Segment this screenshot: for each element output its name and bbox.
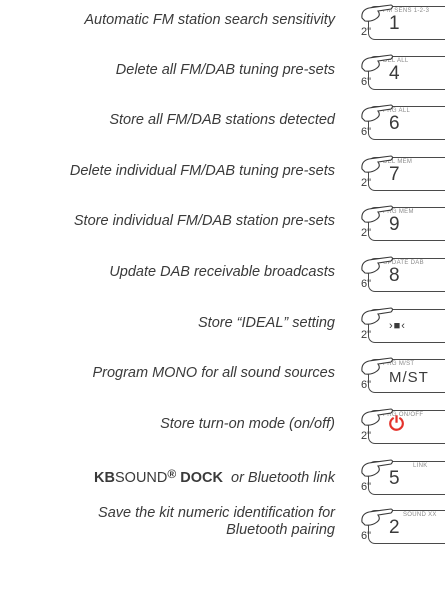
- link-text: or Bluetooth link: [222, 470, 335, 486]
- hold-seconds: 2": [361, 227, 372, 239]
- row-description: Store individual FM/DAB station pre-sets: [73, 213, 335, 229]
- brand-kb: KB: [94, 470, 115, 486]
- hold-seconds: 6": [361, 530, 372, 542]
- row-store-individual-presets: Store individual FM/DAB station pre-sets…: [0, 201, 445, 246]
- hold-seconds: 6": [361, 481, 372, 493]
- pointing-hand-icon: [361, 459, 394, 477]
- row-description: Update DAB receivable broadcasts: [109, 264, 335, 280]
- hold-seconds: 6": [361, 126, 372, 138]
- row-description: Automatic FM station search sensitivity: [84, 12, 335, 28]
- pointing-hand-icon: [361, 408, 394, 426]
- row-description: Delete all FM/DAB tuning pre-sets: [115, 62, 335, 78]
- row-description: Delete individual FM/DAB tuning pre-sets: [69, 163, 335, 179]
- row-program-mono: Program MONO for all sound sources PRG M…: [0, 353, 445, 398]
- hold-seconds: 2": [361, 26, 372, 38]
- brand-sound: SOUND: [115, 470, 168, 486]
- brand-dock: DOCK: [176, 470, 223, 486]
- pointing-hand-icon: [361, 155, 394, 173]
- hold-seconds: 2": [361, 430, 372, 442]
- hold-seconds: 2": [361, 329, 372, 341]
- row-description: Program MONO for all sound sources: [92, 365, 335, 381]
- pointing-hand-icon: [361, 256, 394, 274]
- row-fm-sensitivity: Automatic FM station search sensitivity …: [0, 0, 445, 45]
- hold-seconds: 2": [361, 177, 372, 189]
- key-function-label: SOUND XX: [403, 512, 437, 518]
- row-delete-all-presets: Delete all FM/DAB tuning pre-sets DEL AL…: [0, 50, 445, 95]
- row-description-line-1: Save the kit numeric identification for: [98, 505, 335, 521]
- pointing-hand-icon: [361, 357, 394, 375]
- row-description: KBSOUND® DOCK or Bluetooth link: [94, 467, 335, 486]
- key-number: M/ST: [389, 369, 429, 386]
- row-store-all-stations: Store all FM/DAB stations detected PRG A…: [0, 100, 445, 145]
- row-description: Save the kit numeric identification for …: [98, 505, 335, 539]
- row-description: Store all FM/DAB stations detected: [109, 112, 335, 128]
- row-delete-individual-presets: Delete individual FM/DAB tuning pre-sets…: [0, 151, 445, 196]
- hold-seconds: 6": [361, 379, 372, 391]
- pointing-hand-icon: [361, 104, 394, 122]
- hold-seconds: 6": [361, 278, 372, 290]
- pointing-hand-icon: [361, 54, 394, 72]
- key-function-label: LINK: [413, 463, 428, 469]
- row-description-line-2: Bluetooth pairing: [226, 522, 335, 538]
- row-save-kit-id: Save the kit numeric identification for …: [0, 502, 445, 557]
- row-update-dab: Update DAB receivable broadcasts UPDATE …: [0, 252, 445, 297]
- row-store-ideal: Store “IDEAL” setting ›■‹ 2": [0, 303, 445, 348]
- hold-seconds: 6": [361, 76, 372, 88]
- row-description: Store “IDEAL” setting: [198, 315, 335, 331]
- registered-mark: ®: [167, 467, 177, 481]
- row-description: Store turn-on mode (on/off): [160, 416, 335, 432]
- pointing-hand-icon: [361, 205, 394, 223]
- pointing-hand-icon: [361, 508, 394, 526]
- row-kbsound-dock-link: KBSOUND® DOCK or Bluetooth link LINK 5 6…: [0, 455, 445, 500]
- row-turn-on-mode: Store turn-on mode (on/off) PRG ON/OFF ⏻…: [0, 404, 445, 449]
- pointing-hand-icon: [361, 4, 394, 22]
- pointing-hand-icon: [361, 307, 394, 325]
